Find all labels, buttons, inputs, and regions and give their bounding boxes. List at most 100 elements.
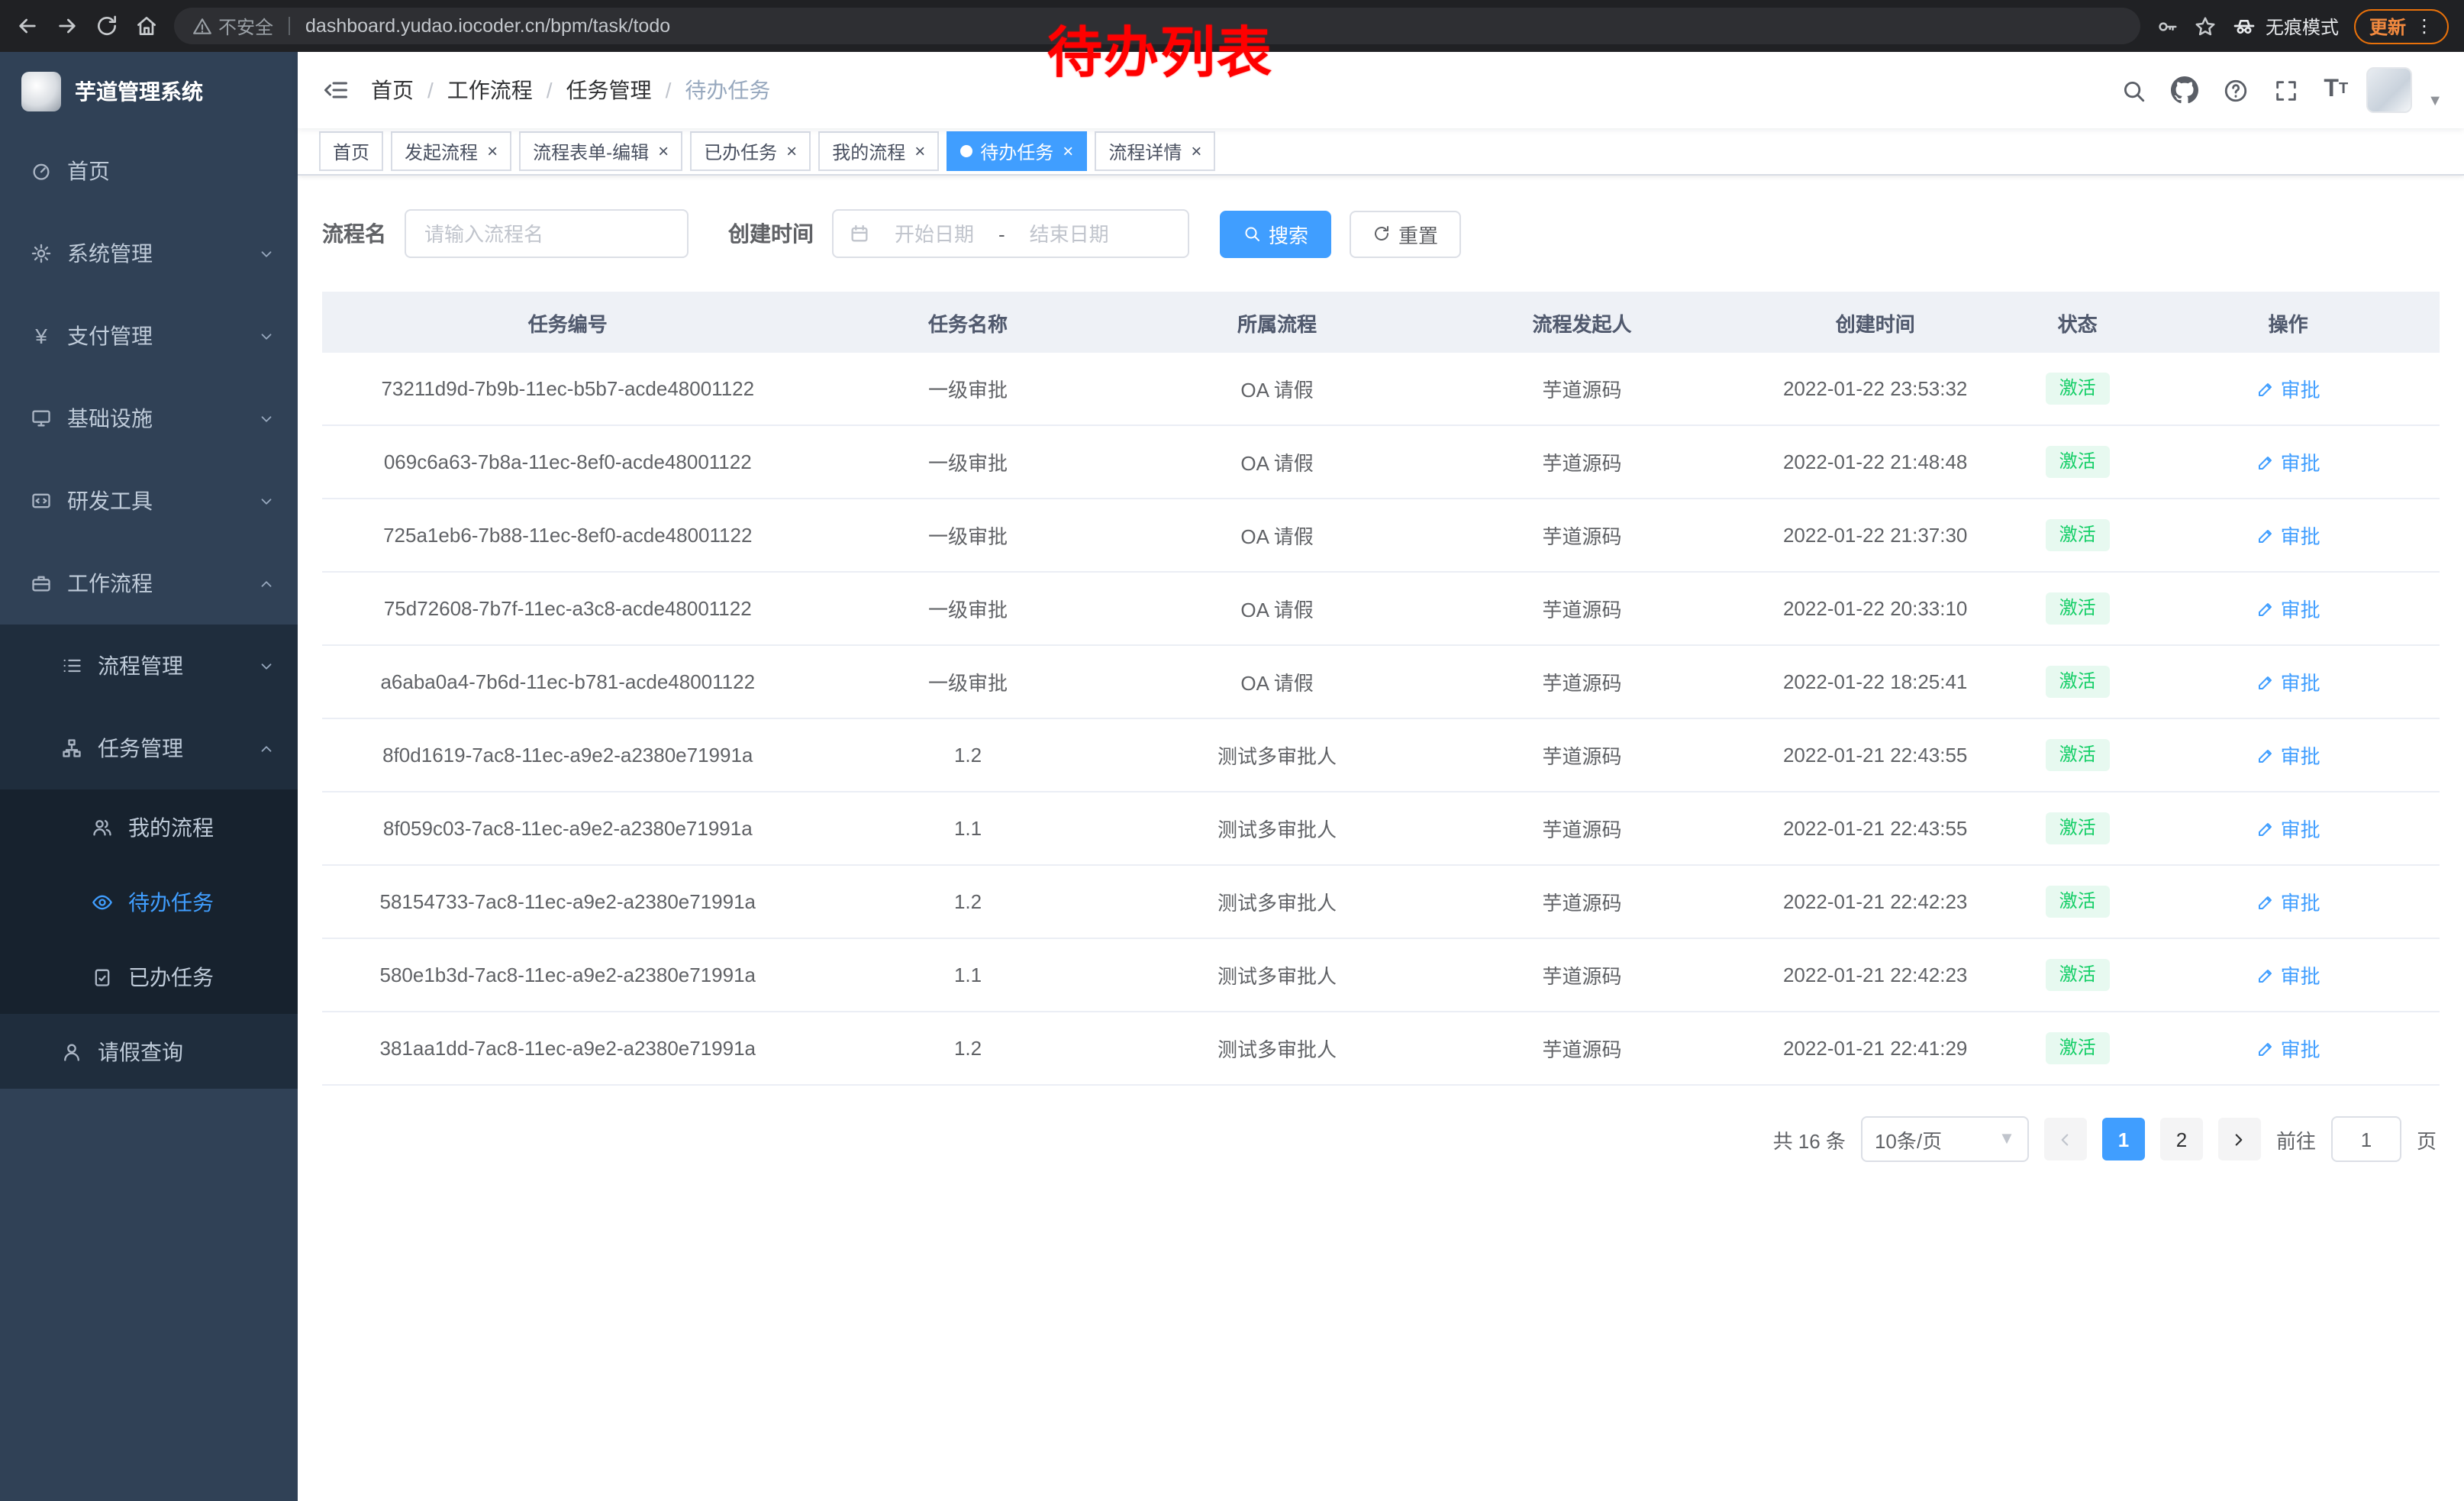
approve-link[interactable]: 审批 [2256,667,2320,696]
task-id-cell: 73211d9d-7b9b-11ec-b5b7-acde48001122 [322,353,814,425]
sidebar-item-done-tasks[interactable]: 已办任务 [0,939,298,1014]
approve-link[interactable]: 审批 [2256,887,2320,916]
next-page-button[interactable] [2218,1118,2261,1160]
breadcrumb-task-management[interactable]: 任务管理 [566,75,652,105]
github-icon[interactable] [2165,70,2204,110]
goto-page-input[interactable] [2331,1116,2401,1162]
goto-label: 前往 [2276,1125,2316,1154]
tab-label: 流程详情 [1108,138,1182,164]
page-main: 流程名 创建时间 - 搜索 重置 [298,176,2464,1501]
sidebar-item-leave-query[interactable]: 请假查询 [0,1014,298,1089]
refresh-icon [1372,224,1391,243]
end-date-input[interactable] [1011,221,1127,247]
start-date-input[interactable] [876,221,992,247]
sidebar-item-workflow[interactable]: 工作流程 [0,542,298,625]
password-key-icon[interactable] [2156,15,2179,37]
chrome-update-button[interactable]: 更新 ⋮ [2354,8,2449,44]
process-name-input[interactable] [405,209,689,258]
done-task-icon [90,966,114,987]
tab-label: 待办任务 [980,138,1053,164]
tab-home[interactable]: 首页 [319,131,383,171]
sidebar-item-dev-tools[interactable]: 研发工具 [0,460,298,542]
payment-icon: ¥ [29,324,53,348]
sidebar-fold-icon[interactable] [322,76,350,104]
back-icon[interactable] [15,14,40,38]
search-button[interactable]: 搜索 [1220,210,1331,257]
task-id-cell: 75d72608-7b7f-11ec-a3c8-acde48001122 [322,572,814,645]
breadcrumb-workflow[interactable]: 工作流程 [447,75,533,105]
app-logo[interactable]: 芋道管理系统 [0,52,298,130]
column-status: 状态 [2018,292,2137,353]
tab-my-process[interactable]: 我的流程 × [818,131,939,171]
update-label: 更新 [2369,13,2406,39]
process-cell: OA 请假 [1123,425,1432,499]
approve-link[interactable]: 审批 [2256,521,2320,550]
sidebar-item-payment[interactable]: ¥ 支付管理 [0,295,298,377]
incognito-badge: 无痕模式 [2232,13,2339,39]
search-icon[interactable] [2114,71,2153,109]
bookmark-star-icon[interactable] [2194,15,2217,37]
status-badge: 激活 [2046,667,2110,698]
page-size-select[interactable]: 10条/页 ▼ [1861,1116,2029,1162]
sidebar-item-home[interactable]: 首页 [0,130,298,212]
close-icon[interactable]: × [1191,142,1201,160]
prev-page-button[interactable] [2044,1118,2087,1160]
page-button-2[interactable]: 2 [2160,1118,2203,1160]
search-icon [1243,224,1261,243]
sidebar-item-my-process[interactable]: 我的流程 [0,789,298,864]
breadcrumb-home[interactable]: 首页 [371,75,414,105]
approve-link[interactable]: 审批 [2256,741,2320,770]
tab-done-tasks[interactable]: 已办任务 × [690,131,811,171]
reload-icon[interactable] [95,14,119,38]
initiator-cell: 芋道源码 [1432,865,1733,938]
close-icon[interactable]: × [1063,142,1073,160]
avatar[interactable] [2366,67,2412,113]
active-dot [960,145,972,157]
created-cell: 2022-01-22 21:37:30 [1732,499,2017,572]
reset-button[interactable]: 重置 [1350,210,1461,257]
chevron-up-icon [258,575,275,592]
close-icon[interactable]: × [487,142,498,160]
created-cell: 2022-01-22 21:48:48 [1732,425,2017,499]
sidebar-item-system[interactable]: 系统管理 [0,212,298,295]
edit-icon [2256,379,2275,398]
tab-process-form-edit[interactable]: 流程表单-编辑 × [519,131,682,171]
status-badge: 激活 [2046,813,2110,844]
close-icon[interactable]: × [658,142,669,160]
close-icon[interactable]: × [786,142,797,160]
help-icon[interactable] [2217,71,2255,109]
approve-link[interactable]: 审批 [2256,814,2320,843]
home-icon[interactable] [134,14,159,38]
page-button-1[interactable]: 1 [2102,1118,2145,1160]
approve-link[interactable]: 审批 [2256,594,2320,623]
approve-link[interactable]: 审批 [2256,374,2320,403]
sidebar-item-label: 首页 [67,156,110,186]
tab-todo-tasks[interactable]: 待办任务 × [947,131,1087,171]
forward-icon[interactable] [55,14,79,38]
chevron-down-icon: ▼ [1998,1130,2015,1148]
sidebar-item-task-management[interactable]: 任务管理 [0,707,298,789]
approve-link[interactable]: 审批 [2256,960,2320,989]
sidebar-item-infrastructure[interactable]: 基础设施 [0,377,298,460]
table-row: 75d72608-7b7f-11ec-a3c8-acde48001122 一级审… [322,572,2440,645]
divider [289,17,290,35]
approve-link[interactable]: 审批 [2256,1034,2320,1063]
breadcrumb-separator: / [666,78,672,102]
fullscreen-icon[interactable] [2267,71,2305,109]
created-cell: 2022-01-21 22:43:55 [1732,718,2017,792]
task-id-cell: 069c6a63-7b8a-11ec-8ef0-acde48001122 [322,425,814,499]
dashboard-icon [29,160,53,182]
tab-process-detail[interactable]: 流程详情 × [1095,131,1215,171]
date-range-picker[interactable]: - [832,209,1189,258]
breadcrumb-separator: / [547,78,553,102]
tab-start-process[interactable]: 发起流程 × [391,131,511,171]
close-icon[interactable]: × [914,142,925,160]
edit-icon [2256,819,2275,838]
my-process-icon [90,816,114,838]
tab-label: 首页 [333,138,369,164]
sidebar-item-todo-tasks[interactable]: 待办任务 [0,864,298,939]
approve-link[interactable]: 审批 [2256,447,2320,476]
font-size-icon[interactable]: TT [2317,72,2354,108]
sidebar-item-process-management[interactable]: 流程管理 [0,625,298,707]
sidebar-item-label: 研发工具 [67,486,153,516]
